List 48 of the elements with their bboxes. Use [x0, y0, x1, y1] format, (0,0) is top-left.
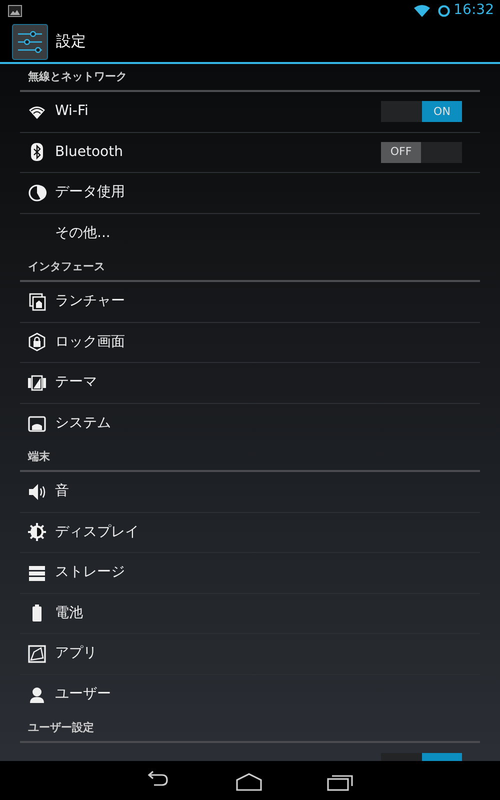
home-window-icon — [27, 292, 47, 312]
item-label: ユーザー — [55, 685, 112, 704]
item-label: データ使用 — [55, 183, 126, 202]
settings-item[interactable]: その他... — [20, 214, 480, 254]
section-header: インタフェース — [28, 258, 105, 275]
item-label: その他... — [55, 224, 112, 244]
item-label: ロック画面 — [55, 332, 126, 352]
settings-item[interactable]: Bluetooth OFF — [20, 132, 480, 174]
screen-title: 設定 — [56, 31, 86, 52]
settings-item[interactable]: データ使用 — [20, 173, 480, 214]
settings-item[interactable]: 電池 — [20, 594, 480, 634]
picture-frame-icon — [27, 372, 47, 393]
settings-item[interactable]: Wi-Fi ON — [20, 92, 480, 133]
settings-item[interactable]: テーマ — [20, 363, 480, 404]
brightness-icon — [27, 522, 47, 542]
settings-item[interactable]: システム — [20, 404, 480, 444]
settings-item[interactable]: アプリ — [20, 634, 480, 675]
clock-time: 16:32 — [454, 1, 494, 20]
section-header: 端末 — [28, 448, 50, 465]
settings-item[interactable]: ユーザー — [20, 674, 480, 716]
section-header: 無線とネットワーク — [28, 68, 127, 85]
item-label: 電池 — [55, 604, 84, 623]
section-header: ユーザー設定 — [28, 720, 94, 736]
window-icon — [27, 414, 47, 434]
speaker-icon — [27, 482, 47, 502]
settings-item[interactable]: ストレージ — [20, 553, 480, 594]
item-label: 音 — [55, 482, 70, 502]
settings-icon[interactable] — [12, 24, 48, 60]
item-label: アプリ — [55, 644, 98, 664]
pie-chart-icon — [27, 182, 47, 203]
settings-item[interactable]: ディスプレイ — [20, 512, 480, 554]
settings-item[interactable]: ランチャー — [20, 282, 480, 323]
item-label: Bluetooth — [55, 142, 124, 162]
item-label: ストレージ — [55, 563, 126, 582]
circle-icon — [438, 4, 450, 17]
wifi-icon — [414, 4, 430, 17]
item-label: テーマ — [55, 373, 98, 392]
image-icon — [8, 4, 22, 17]
item-label: システム — [55, 414, 112, 434]
toggle-switch[interactable]: OFF — [381, 142, 462, 163]
app-icon — [27, 644, 47, 664]
item-label: ディスプレイ — [55, 522, 140, 542]
settings-item[interactable]: 音 — [20, 472, 480, 513]
item-label: ランチャー — [55, 292, 126, 312]
user-icon — [27, 684, 47, 705]
lock-icon — [27, 332, 47, 352]
item-label: Wi-Fi — [55, 102, 90, 122]
settings-item[interactable]: ロック画面 — [20, 322, 480, 364]
